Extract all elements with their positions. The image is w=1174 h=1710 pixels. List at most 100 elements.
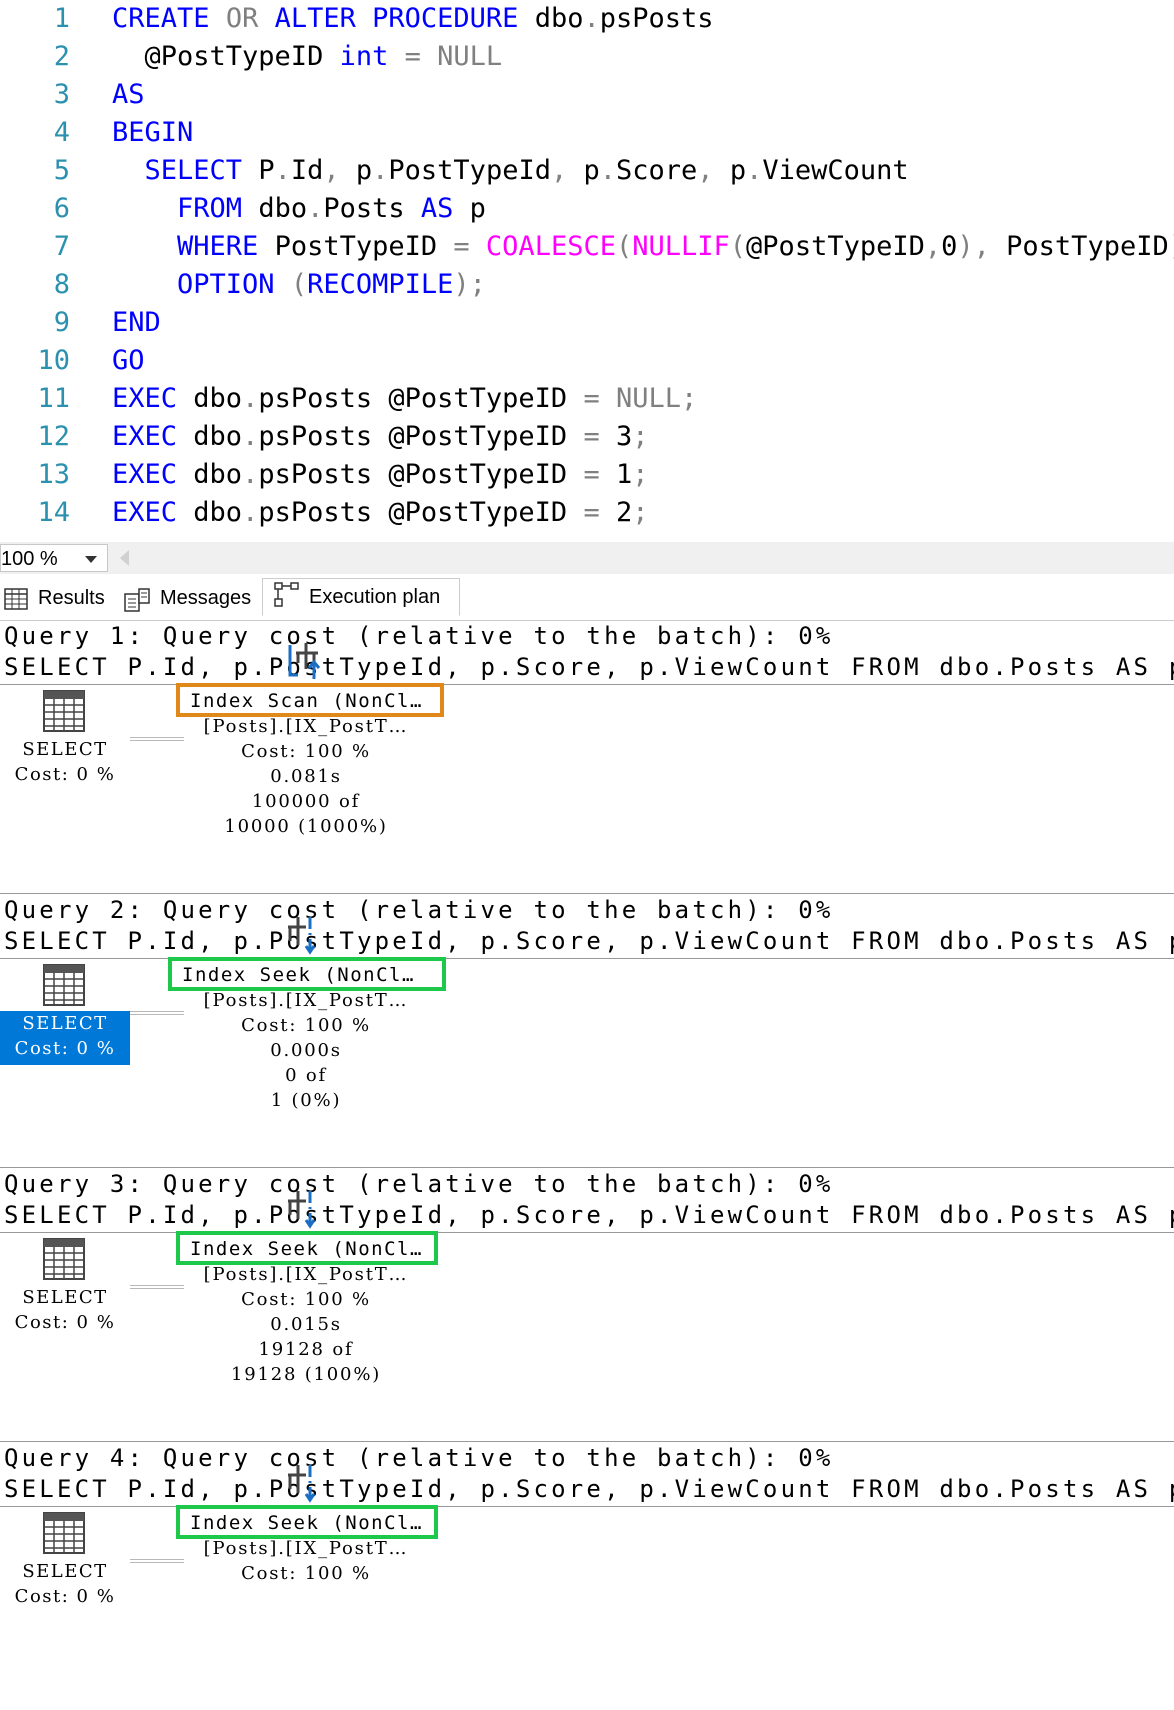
operator-token: =: [583, 497, 600, 528]
tab-messages[interactable]: Messages: [124, 580, 260, 616]
code-token: ViewCount: [762, 155, 909, 186]
tab-execution-plan[interactable]: Execution plan: [262, 578, 460, 616]
code-text: EXEC dbo.psPosts @PostTypeID = NULL;: [112, 380, 697, 418]
code-token: psPosts @PostTypeID: [258, 383, 584, 414]
line-number: 11: [37, 383, 70, 414]
code-line[interactable]: 12 EXEC dbo.psPosts @PostTypeID = 3;: [0, 418, 1174, 456]
query-header: Query 2: Query cost (relative to the bat…: [4, 896, 834, 924]
operator-token: =: [583, 459, 600, 490]
operator-node-icon[interactable]: [284, 639, 328, 683]
code-line[interactable]: 5 SELECT P.Id, p.PostTypeId, p.Score, p.…: [0, 152, 1174, 190]
code-token: 1: [599, 459, 633, 490]
select-node-icon[interactable]: [42, 689, 86, 733]
code-line[interactable]: 4 BEGIN: [0, 114, 1174, 152]
code-line[interactable]: 8 OPTION (RECOMPILE);: [0, 266, 1174, 304]
select-node-icon[interactable]: [42, 963, 86, 1007]
keyword-token: BEGIN: [112, 117, 194, 148]
code-text: EXEC dbo.psPosts @PostTypeID = 1;: [112, 456, 648, 494]
operator-token: ),: [957, 231, 990, 262]
operator-object: [Posts].[IX_PostT…: [203, 1538, 409, 1559]
code-token: @PostTypeID: [112, 41, 340, 72]
code-line[interactable]: 11 EXEC dbo.psPosts @PostTypeID = NULL;: [0, 380, 1174, 418]
code-line[interactable]: 10 GO: [0, 342, 1174, 380]
keyword-token: CREATE: [112, 3, 210, 34]
code-text: CREATE OR ALTER PROCEDURE dbo.psPosts: [112, 0, 714, 38]
execution-plan-icon: [274, 582, 299, 607]
select-node[interactable]: SELECT Cost: 0 %: [0, 1559, 130, 1613]
code-token: p: [567, 155, 600, 186]
code-text: END: [112, 304, 161, 342]
code-line[interactable]: 14 EXEC dbo.psPosts @PostTypeID = 2;: [0, 494, 1174, 532]
keyword-token: GO: [112, 345, 145, 376]
code-token: psPosts @PostTypeID: [258, 497, 584, 528]
select-node[interactable]: SELECT Cost: 0 %: [0, 1285, 130, 1339]
select-node-cost: Cost: 0 %: [14, 1312, 116, 1333]
operator-token: .: [274, 155, 291, 186]
table-grid-icon: [43, 1238, 85, 1280]
index-seek-icon: [288, 1191, 316, 1229]
operator-token: =: [583, 421, 600, 452]
operator-estimated-rows: 10000 (1000%): [224, 816, 388, 837]
operator-actual-rows: 0 of: [285, 1065, 327, 1086]
index-seek-icon: [288, 917, 316, 955]
operator-token: .: [242, 459, 259, 490]
line-number: 1: [53, 3, 70, 34]
operator-object: [Posts].[IX_PostT…: [203, 1264, 409, 1285]
select-node[interactable]: SELECT Cost: 0 %: [0, 737, 130, 791]
scroll-left-icon[interactable]: [120, 550, 129, 566]
operator-token: =: [583, 383, 600, 414]
query-sql-text: SELECT P.Id, p.PostTypeId, p.Score, p.Vi…: [4, 1475, 1174, 1503]
operator-token: (: [290, 269, 308, 300]
operator-title[interactable]: Index Seek (NonCl…: [168, 957, 446, 991]
select-node-icon[interactable]: [42, 1511, 86, 1555]
code-token: p: [339, 155, 373, 186]
operator-object: [Posts].[IX_PostT…: [203, 990, 409, 1011]
code-token: psPosts @PostTypeID: [258, 459, 584, 490]
operator-token: );: [453, 269, 486, 300]
results-tab-strip: Results Messages Execution plan: [0, 576, 1174, 621]
operator-node-icon[interactable]: [280, 1187, 324, 1231]
code-line[interactable]: 13 EXEC dbo.psPosts @PostTypeID = 1;: [0, 456, 1174, 494]
code-token: PostTypeID: [989, 231, 1169, 262]
execution-plan-pane[interactable]: Query 1: Query cost (relative to the bat…: [0, 621, 1174, 1710]
keyword-token: AS: [112, 79, 145, 110]
operator-token: .: [746, 155, 763, 186]
tab-results[interactable]: Results: [4, 580, 112, 616]
operator-title[interactable]: Index Scan (NonCl…: [176, 683, 444, 717]
code-line[interactable]: 9 END: [0, 304, 1174, 342]
operator-token: .: [599, 155, 617, 186]
select-node[interactable]: SELECT Cost: 0 %: [0, 1011, 130, 1065]
operator-token: .: [242, 497, 259, 528]
zoom-dropdown[interactable]: 100 %: [0, 544, 108, 572]
code-token: dbo: [177, 383, 243, 414]
code-line[interactable]: 3 AS: [0, 76, 1174, 114]
code-token: PostTypeID: [258, 231, 454, 262]
table-grid-icon: [43, 1512, 85, 1554]
operator-node-icon[interactable]: [280, 1461, 324, 1505]
operator-token: =: [453, 231, 470, 262]
operator-elapsed-time: 0.081s: [270, 766, 342, 787]
select-node-icon[interactable]: [42, 1237, 86, 1281]
code-line[interactable]: 1 CREATE OR ALTER PROCEDURE dbo.psPosts: [0, 0, 1174, 38]
sql-editor[interactable]: 1 CREATE OR ALTER PROCEDURE dbo.psPosts 2 …: [0, 0, 1174, 540]
keyword-token: OPTION: [177, 269, 275, 300]
operator-token: ;: [632, 459, 649, 490]
keyword-token: EXEC: [112, 497, 178, 528]
operator-title[interactable]: Index Seek (NonCl…: [176, 1231, 438, 1265]
code-line[interactable]: 7 WHERE PostTypeID = COALESCE(NULLIF(@Po…: [0, 228, 1174, 266]
select-node-cost: Cost: 0 %: [14, 1586, 116, 1607]
operator-node-icon[interactable]: [280, 913, 324, 957]
code-line[interactable]: 2 @PostTypeID int = NULL: [0, 38, 1174, 76]
operator-token: ,: [697, 155, 714, 186]
query-header: Query 4: Query cost (relative to the bat…: [4, 1444, 834, 1472]
operator-title[interactable]: Index Seek (NonCl…: [176, 1505, 438, 1539]
keyword-token: FROM: [177, 193, 243, 224]
code-line[interactable]: 6 FROM dbo.Posts AS p: [0, 190, 1174, 228]
code-token: psPosts @PostTypeID: [258, 421, 584, 452]
